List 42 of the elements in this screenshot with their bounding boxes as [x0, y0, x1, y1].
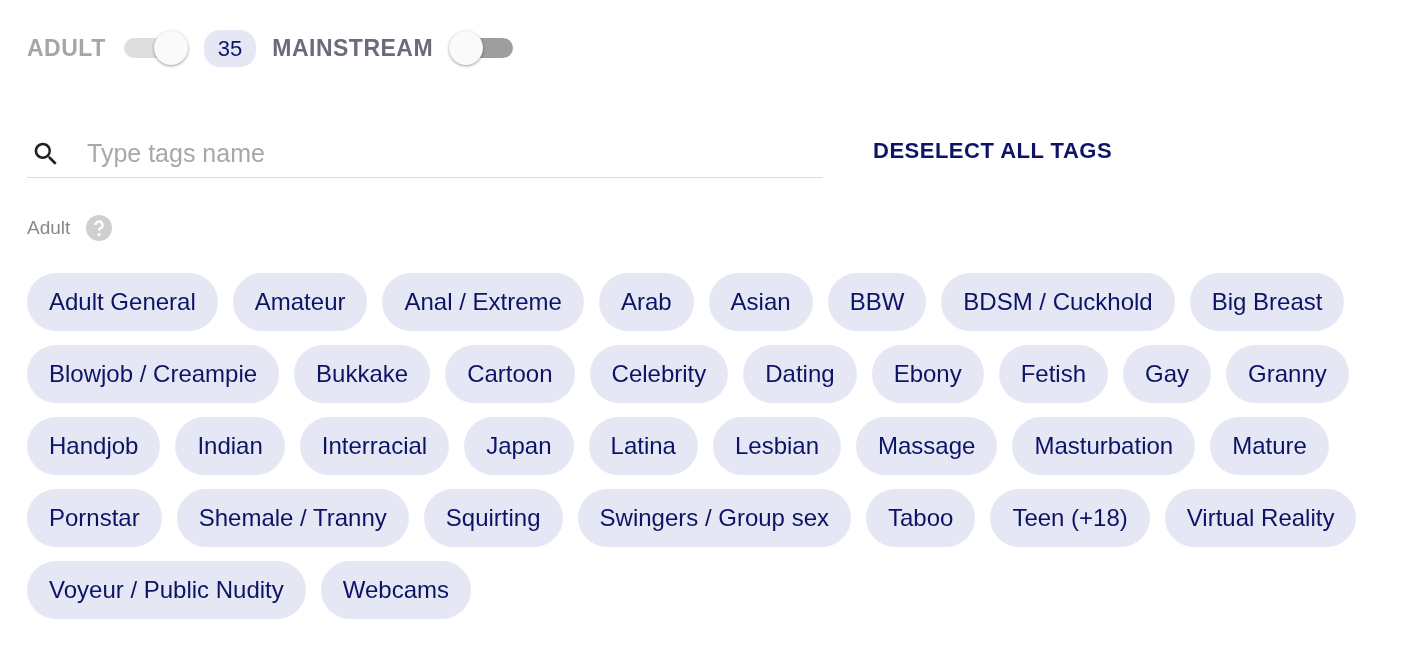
- tag-chip[interactable]: Swingers / Group sex: [577, 488, 851, 547]
- tag-chip[interactable]: Masturbation: [1012, 416, 1196, 475]
- switch-label: MAINSTREAM: [272, 33, 434, 63]
- tag-chip[interactable]: Interracial: [299, 416, 450, 475]
- tag-chip[interactable]: Japan: [464, 416, 574, 475]
- tag-chip[interactable]: Asian: [708, 272, 813, 331]
- tag-chip[interactable]: Blowjob / Creampie: [27, 344, 280, 403]
- tag-chip[interactable]: Amateur: [232, 272, 368, 331]
- tag-chip[interactable]: Virtual Reality: [1164, 488, 1357, 547]
- tag-chip[interactable]: Gay: [1123, 344, 1212, 403]
- tag-chip[interactable]: BBW: [827, 272, 927, 331]
- tag-chip[interactable]: Shemale / Tranny: [176, 488, 409, 547]
- section-title: Adult: [27, 216, 71, 240]
- tag-chip[interactable]: Massage: [856, 416, 998, 475]
- tag-chip[interactable]: Mature: [1210, 416, 1329, 475]
- tag-chip[interactable]: Big Breast: [1189, 272, 1345, 331]
- tag-chip[interactable]: Latina: [588, 416, 698, 475]
- tag-chip[interactable]: Anal / Extreme: [382, 272, 584, 331]
- tag-chip[interactable]: Fetish: [998, 344, 1109, 403]
- deselect-all-button[interactable]: DESELECT ALL TAGS: [873, 134, 1113, 167]
- tag-chip[interactable]: Handjob: [27, 416, 161, 475]
- tag-chip[interactable]: Taboo: [866, 488, 976, 547]
- tag-chip[interactable]: Dating: [743, 344, 857, 403]
- help-icon[interactable]: [86, 215, 113, 242]
- tag-chip[interactable]: Squirting: [423, 488, 563, 547]
- tag-chip[interactable]: Pornstar: [27, 488, 162, 547]
- tag-chip[interactable]: Cartoon: [445, 344, 575, 403]
- tag-chip[interactable]: Adult General: [27, 272, 218, 331]
- tag-chip[interactable]: Webcams: [320, 560, 472, 619]
- tag-chip[interactable]: Voyeur / Public Nudity: [27, 560, 306, 619]
- tag-chip[interactable]: Teen (+18): [990, 488, 1150, 547]
- switch-label: ADULT: [27, 33, 106, 63]
- tag-chip[interactable]: Arab: [598, 272, 694, 331]
- tag-chip[interactable]: BDSM / Cuckhold: [941, 272, 1175, 331]
- tag-chip[interactable]: Ebony: [871, 344, 984, 403]
- count-badge: 35: [203, 29, 257, 67]
- tag-chip[interactable]: Bukkake: [294, 344, 431, 403]
- tag-chip[interactable]: Indian: [175, 416, 285, 475]
- tag-chip[interactable]: Lesbian: [712, 416, 842, 475]
- search-field[interactable]: Type tags name: [85, 133, 823, 174]
- tag-chip[interactable]: Celebrity: [589, 344, 729, 403]
- tag-chip[interactable]: Granny: [1226, 344, 1349, 403]
